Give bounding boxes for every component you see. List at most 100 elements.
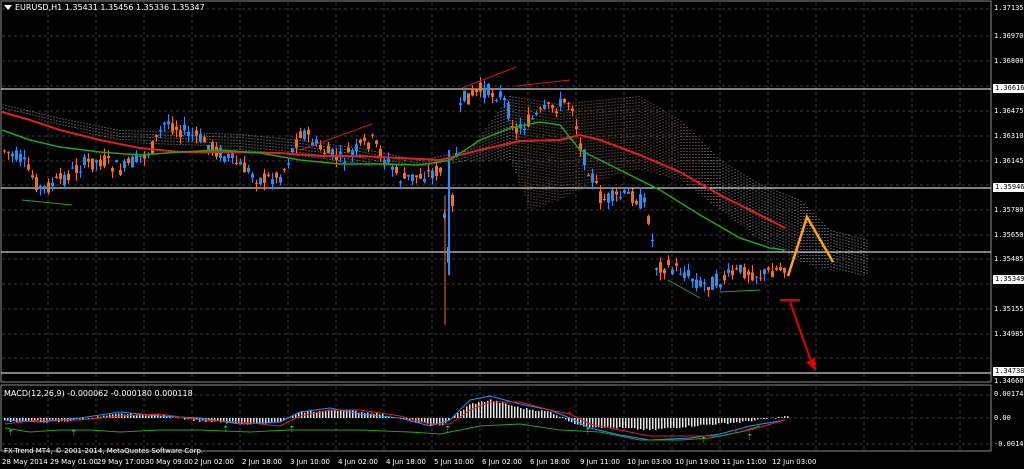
macd-bar bbox=[622, 418, 624, 428]
macd-axis-label: 0.001745 bbox=[994, 390, 1024, 398]
candle-body bbox=[415, 175, 418, 178]
macd-bar bbox=[559, 416, 561, 418]
macd-bar bbox=[721, 418, 723, 423]
macd-bar bbox=[544, 411, 546, 418]
macd-bar bbox=[670, 418, 672, 429]
candle-body bbox=[323, 152, 326, 155]
candle-body bbox=[699, 280, 702, 287]
macd-bar bbox=[712, 418, 714, 425]
macd-bar bbox=[682, 418, 684, 428]
candle-body bbox=[419, 174, 422, 179]
candle-body bbox=[703, 282, 706, 285]
svg-text:⇡: ⇡ bbox=[444, 425, 452, 435]
macd-bar bbox=[619, 418, 621, 428]
macd-bar bbox=[745, 418, 747, 421]
price-label: 1.36970 bbox=[994, 32, 1024, 40]
candle-body bbox=[367, 142, 370, 150]
svg-text:⇣: ⇣ bbox=[742, 425, 750, 435]
macd-bar bbox=[28, 418, 30, 421]
macd-bar bbox=[628, 418, 630, 429]
macd-bar bbox=[715, 418, 717, 425]
candle-body bbox=[731, 270, 734, 276]
candle-body bbox=[771, 270, 774, 278]
candle-body bbox=[639, 194, 642, 209]
trendline-3[interactable] bbox=[515, 79, 571, 87]
time-label: 30 May 09:00 bbox=[145, 458, 194, 466]
candle-body bbox=[663, 269, 666, 274]
candle-body bbox=[247, 167, 250, 172]
candle-body bbox=[467, 93, 470, 105]
macd-bar bbox=[778, 416, 780, 418]
candle-body bbox=[615, 191, 618, 195]
time-label: 3 Jun 10:00 bbox=[290, 458, 331, 466]
main-chart-frame bbox=[0, 0, 992, 383]
candle-body bbox=[735, 268, 738, 270]
macd-bar bbox=[433, 418, 435, 425]
price-label: 1.36310 bbox=[994, 132, 1024, 140]
macd-bar bbox=[763, 418, 765, 420]
macd-bar bbox=[226, 418, 228, 424]
macd-bar bbox=[502, 402, 504, 418]
macd-histogram bbox=[4, 399, 789, 431]
macd-bar bbox=[241, 418, 243, 424]
candle-body bbox=[171, 123, 174, 132]
candle-body bbox=[223, 156, 226, 162]
svg-text:⇡: ⇡ bbox=[288, 425, 296, 435]
candle-body bbox=[679, 273, 682, 275]
candle-body bbox=[675, 263, 678, 266]
candle-body bbox=[7, 151, 10, 153]
candle-body bbox=[531, 118, 534, 120]
candle-body bbox=[543, 105, 546, 109]
macd-bar bbox=[634, 418, 636, 428]
dropdown-icon[interactable] bbox=[4, 5, 12, 10]
candle-body bbox=[475, 88, 478, 93]
macd-bar bbox=[553, 414, 555, 418]
candle-body bbox=[651, 239, 654, 242]
candle-body bbox=[199, 133, 202, 143]
candle-body bbox=[727, 269, 730, 273]
candle-body bbox=[695, 279, 698, 289]
time-label: 4 Jun 02:00 bbox=[338, 458, 379, 466]
macd-bar bbox=[787, 416, 789, 418]
candle-body bbox=[279, 176, 282, 183]
macd-axis-label: 0.00 bbox=[994, 414, 1011, 422]
svg-text:⇣: ⇣ bbox=[368, 407, 376, 417]
candle-body bbox=[423, 179, 426, 182]
candle-body bbox=[671, 269, 674, 274]
candle-body bbox=[299, 131, 302, 139]
candle-body bbox=[627, 191, 630, 194]
macd-bar bbox=[649, 418, 651, 430]
macd-bar bbox=[775, 418, 777, 419]
svg-text:⇡: ⇡ bbox=[222, 425, 230, 435]
candle-body bbox=[271, 179, 274, 184]
trendlines[interactable] bbox=[21, 66, 761, 299]
trendline-6[interactable] bbox=[719, 289, 761, 293]
candle-body bbox=[255, 182, 258, 184]
macd-bar bbox=[592, 418, 594, 428]
candle-body bbox=[611, 190, 614, 201]
svg-text:⇣: ⇣ bbox=[566, 407, 574, 417]
macd-bar bbox=[706, 418, 708, 425]
candle-body bbox=[195, 130, 198, 136]
candle-body bbox=[407, 174, 410, 177]
candle-body bbox=[319, 144, 322, 150]
ma-green-line bbox=[1, 121, 786, 251]
candle-body bbox=[623, 190, 626, 193]
macd-bar bbox=[352, 410, 354, 418]
candle-body bbox=[15, 150, 18, 160]
candle-body bbox=[183, 124, 186, 131]
macd-bar bbox=[664, 418, 666, 429]
candle-body bbox=[187, 131, 190, 136]
macd-bar bbox=[472, 403, 474, 418]
macd-bar bbox=[328, 409, 330, 418]
candle-body bbox=[635, 200, 638, 205]
symbol-header[interactable]: EURUSD,H1 1.35431 1.35456 1.35336 1.3534… bbox=[4, 3, 205, 12]
candle-body bbox=[179, 130, 182, 138]
price-chart[interactable]: ⇡ ⇡ ⇡ ⇡ ⇡ ⇡ ⇡ ⇡ ⇣ ⇣ ⇣ ⇣ bbox=[0, 0, 1024, 469]
candle-body bbox=[211, 142, 214, 150]
macd-bar bbox=[739, 418, 741, 423]
trendline-4[interactable] bbox=[21, 199, 73, 206]
svg-text:⇡: ⇡ bbox=[7, 429, 15, 439]
time-label: 29 May 17:00 bbox=[97, 458, 146, 466]
macd-bar bbox=[736, 418, 738, 423]
